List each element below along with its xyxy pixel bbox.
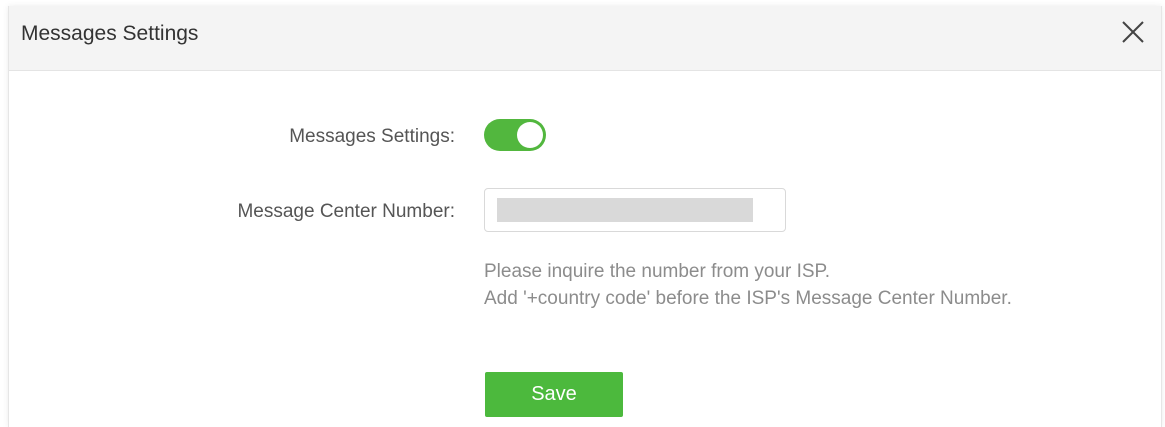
messages-settings-dialog: Messages Settings Messages Settings: Mes…	[8, 6, 1162, 427]
hint-text-line-1: Please inquire the number from your ISP.	[484, 261, 831, 282]
hint-text-line-2: Add '+country code' before the ISP's Mes…	[484, 288, 1012, 309]
dialog-title: Messages Settings	[21, 22, 199, 45]
message-center-number-field	[484, 188, 786, 232]
messages-settings-label: Messages Settings:	[289, 126, 455, 147]
message-center-number-label: Message Center Number:	[237, 201, 455, 222]
dialog-header: Messages Settings	[9, 6, 1161, 71]
save-button[interactable]: Save	[485, 372, 623, 417]
close-button[interactable]	[1119, 18, 1147, 46]
message-center-number-input[interactable]	[497, 198, 753, 222]
toggle-knob	[517, 122, 543, 148]
close-icon	[1122, 21, 1144, 43]
messages-settings-toggle[interactable]	[484, 119, 546, 151]
